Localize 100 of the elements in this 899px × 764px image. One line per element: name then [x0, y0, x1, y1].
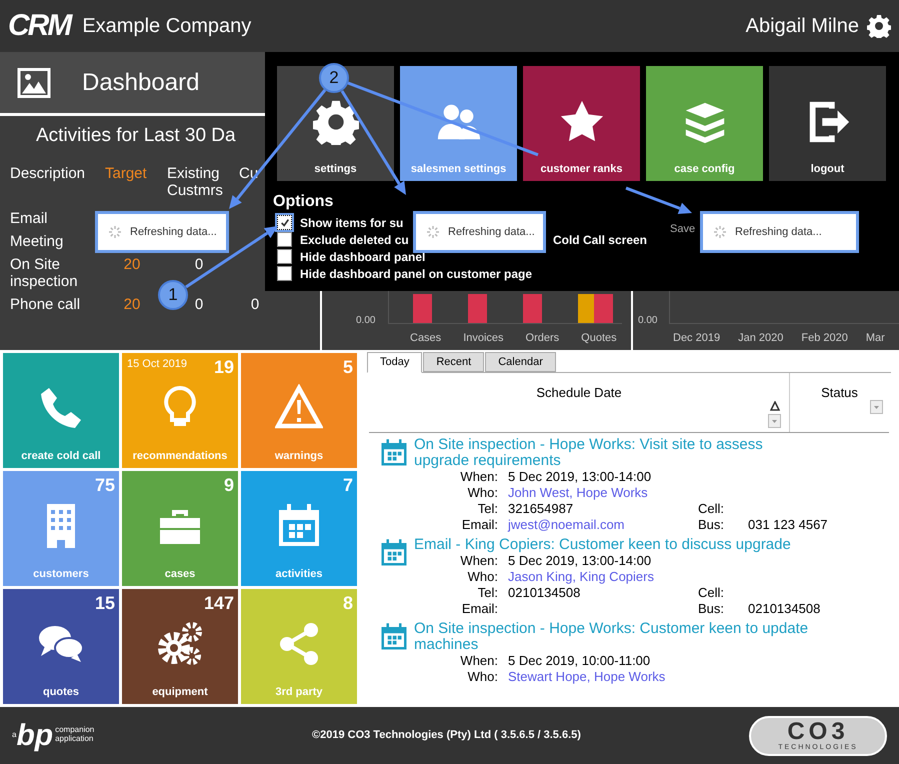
field-label: When:	[459, 469, 498, 485]
tile-count: 19	[214, 356, 234, 379]
user-name: Abigail Milne	[746, 14, 859, 39]
tile-date: 15 Oct 2019	[127, 357, 187, 372]
options-title: Options	[273, 192, 334, 212]
loading-text: Refreshing data...	[448, 224, 535, 240]
contact-link[interactable]: Stewart Hope, Hope Works	[508, 669, 688, 685]
tab[interactable]: Calendar	[485, 352, 556, 372]
tab[interactable]: Recent	[423, 352, 484, 372]
checkbox[interactable]	[277, 215, 292, 230]
check-icon	[280, 218, 290, 228]
app-tile[interactable]: create cold call	[3, 353, 119, 468]
contact-link[interactable]: John West, Hope Works	[508, 485, 688, 501]
spinner-icon	[426, 225, 440, 239]
copyright: ©2019 CO3 Technologies (Pty) Ltd ( 3.5.6.5 / 3.5.6.5)	[312, 728, 581, 744]
activity-link[interactable]: On Site inspection - Hope Works: Customer keen to update machines	[414, 621, 814, 653]
tile-count: 8	[342, 592, 353, 615]
companion-logo: bp	[16, 720, 54, 750]
sort-icon[interactable]	[770, 401, 780, 411]
tile-count: 5	[342, 356, 353, 379]
field-value: 031 123 4567	[748, 517, 828, 533]
field-label: Email:	[460, 517, 498, 533]
column-header: Existing Custmrs	[167, 164, 224, 200]
tile-count: 75	[94, 474, 115, 497]
save-label: Save	[670, 222, 696, 237]
column-header: Description	[10, 164, 86, 184]
table-cell: Phone call	[10, 296, 80, 312]
axis-label: Feb 2020	[801, 330, 848, 346]
calendar-icon	[379, 438, 409, 468]
menu-tile[interactable]: customer ranks	[523, 66, 640, 181]
app-tile[interactable]: 9 cases	[122, 471, 238, 586]
calendar-icon	[379, 538, 409, 568]
field-value: 5 Dec 2019, 13:00-14:00	[508, 553, 652, 569]
app-tile[interactable]: 147 equipment	[122, 589, 238, 704]
field-label: Tel:	[476, 585, 498, 601]
field-value: 0210134508	[508, 585, 582, 601]
column-header: Status	[821, 384, 858, 402]
dashboard-title: Dashboard	[82, 68, 200, 98]
app-tile[interactable]: 75 customers	[3, 471, 119, 586]
dropdown-icon[interactable]	[870, 400, 883, 414]
table-cell: 20	[124, 256, 140, 272]
table-cell: 0	[250, 296, 260, 312]
tile-count: 147	[204, 592, 234, 615]
field-label: Bus:	[698, 517, 726, 533]
axis-label: Jan 2020	[738, 330, 784, 346]
field-label: Cell:	[698, 501, 726, 517]
section-title: Activities for Last 30 Da	[35, 124, 237, 148]
table-cell: 0	[194, 296, 204, 312]
field-value: 0210134508	[748, 601, 820, 617]
field-value: 5 Dec 2019, 13:00-14:00	[508, 469, 652, 485]
spinner-icon	[713, 225, 727, 239]
logo-caption: companion application	[55, 724, 96, 742]
field-label: Tel:	[476, 501, 498, 517]
column-header: Schedule Date	[536, 384, 622, 402]
app-tile[interactable]: 15 quotes	[3, 589, 119, 704]
option-label: Cold Call screen	[552, 232, 647, 248]
spinner-icon	[108, 225, 122, 239]
checkbox[interactable]	[277, 249, 292, 264]
contact-link[interactable]: Jason King, King Copiers	[508, 569, 688, 585]
loading-text: Refreshing data...	[735, 224, 822, 240]
activity-link[interactable]: On Site inspection - Hope Works: Visit site to assess upgrade requirements	[414, 437, 814, 469]
option-label: Hide dashboard panel	[300, 248, 426, 266]
table-cell: 20	[124, 296, 140, 312]
field-label: Who:	[466, 485, 498, 501]
checkbox[interactable]	[277, 232, 292, 247]
axis-label: Orders	[526, 330, 560, 346]
settings-icon[interactable]	[867, 14, 891, 38]
crm-logo: CRM	[8, 11, 70, 41]
tile-count: 9	[224, 474, 234, 497]
field-label: Bus:	[698, 601, 726, 617]
field-label: When:	[459, 553, 498, 569]
axis-label: Invoices	[463, 330, 504, 346]
tile-count: 7	[342, 474, 353, 497]
axis-tick: 0.00	[356, 314, 376, 328]
checkbox[interactable]	[277, 266, 292, 281]
table-cell: On Site inspection	[10, 256, 78, 290]
field-label: When:	[459, 653, 498, 669]
field-label: Who:	[466, 569, 498, 585]
tab[interactable]: Today	[367, 352, 422, 373]
contact-link[interactable]: jwest@noemail.com	[508, 517, 688, 533]
logo-prefix: a	[12, 728, 16, 740]
option-label: Show items for su	[300, 214, 404, 232]
menu-tile[interactable]: logout	[769, 66, 886, 181]
tile-count: 15	[94, 592, 115, 615]
field-value: 321654987	[508, 501, 574, 517]
axis-label: Mar	[866, 330, 885, 346]
app-tile[interactable]: 7 activities	[241, 471, 357, 586]
option-label: Hide dashboard panel on customer page	[300, 266, 532, 282]
gears-icon	[156, 620, 204, 668]
field-value: 5 Dec 2019, 10:00-11:00	[508, 653, 652, 669]
table-cell: Meeting	[10, 232, 64, 250]
menu-tile[interactable]: salesmen settings	[400, 66, 517, 181]
menu-tile[interactable]: case config	[646, 66, 763, 181]
table-cell: 0	[194, 256, 204, 272]
table-cell: Email	[10, 210, 48, 226]
field-label: Who:	[466, 669, 498, 685]
loading-text: Refreshing data...	[130, 224, 217, 240]
option-label: Exclude deleted cu	[300, 232, 409, 248]
field-label: Email:	[460, 601, 498, 617]
activity-link[interactable]: Email - King Copiers: Customer keen to discuss upgrade	[414, 537, 814, 553]
